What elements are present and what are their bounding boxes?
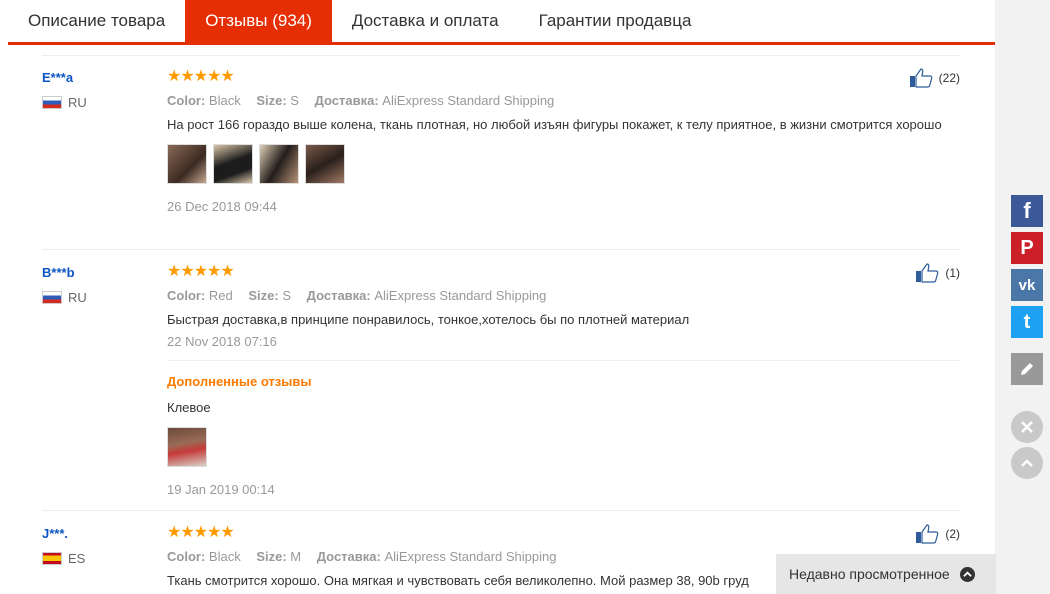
review-photo[interactable]	[259, 144, 299, 184]
color-label: Color:	[167, 549, 206, 564]
delivery-label: Доставка:	[306, 288, 371, 303]
review-date: 26 Dec 2018 09:44	[167, 199, 277, 214]
edit-button[interactable]	[1011, 353, 1043, 385]
size-value: M	[290, 549, 302, 564]
review-text: На рост 166 гораздо выше колена, ткань п…	[167, 117, 942, 132]
review-item: E***a RU ★★★★★ Color: Black Size: S Дост…	[42, 45, 960, 250]
tab-bar: Описание товара Отзывы (934) Доставка и …	[8, 0, 995, 45]
review-photo[interactable]	[167, 144, 207, 184]
delivery-value: AliExpress Standard Shipping	[384, 549, 557, 564]
delivery-label: Доставка:	[314, 93, 379, 108]
chevron-up-icon	[959, 566, 975, 582]
color-value: Red	[208, 288, 233, 303]
country-code: ES	[68, 551, 86, 566]
facebook-icon: f	[1023, 198, 1031, 223]
thumbs-up-icon	[909, 68, 932, 88]
color-value: Black	[208, 93, 241, 108]
color-value: Black	[208, 549, 241, 564]
twitter-icon: t	[1023, 310, 1031, 333]
reviewer-country: ES	[42, 551, 85, 566]
color-label: Color:	[167, 288, 206, 303]
review-photo[interactable]	[305, 144, 345, 184]
size-label: Size:	[248, 288, 279, 303]
review-meta: Color: Red Size: S Доставка: AliExpress …	[167, 288, 960, 303]
vk-share-button[interactable]: vk	[1011, 269, 1043, 301]
additional-review-title: Дополненные отзывы	[167, 374, 312, 389]
reviewer-name[interactable]: E***a	[42, 70, 73, 85]
delivery-value: AliExpress Standard Shipping	[374, 288, 547, 303]
review-photo[interactable]	[213, 144, 253, 184]
review-item: B***b RU ★★★★★ Color: Red Size: S Достав…	[42, 250, 960, 511]
vk-icon: vk	[1018, 276, 1036, 294]
like-button[interactable]: (1)	[915, 263, 960, 283]
delivery-value: AliExpress Standard Shipping	[382, 93, 555, 108]
tab-guarantees[interactable]: Гарантии продавца	[519, 0, 712, 42]
review-date: 19 Jan 2019 00:14	[167, 482, 275, 497]
reviewer-name[interactable]: J***.	[42, 526, 68, 541]
review-meta: Color: Black Size: S Доставка: AliExpres…	[167, 93, 960, 108]
star-rating: ★★★★★	[167, 524, 235, 541]
like-button[interactable]: (2)	[915, 524, 960, 544]
close-icon	[1021, 421, 1033, 433]
pinterest-icon: P	[1020, 236, 1034, 259]
color-label: Color:	[167, 93, 206, 108]
size-value: S	[282, 288, 292, 303]
additional-review: Дополненные отзывы Клевое 19 Jan 2019 00…	[167, 374, 960, 497]
reviewer-name[interactable]: B***b	[42, 265, 75, 280]
delivery-label: Доставка:	[316, 549, 381, 564]
divider	[167, 360, 960, 361]
pencil-icon	[1021, 363, 1033, 375]
reviews-panel: E***a RU ★★★★★ Color: Black Size: S Дост…	[8, 45, 995, 594]
size-label: Size:	[256, 93, 287, 108]
like-count: (2)	[945, 527, 960, 541]
recently-viewed-label: Недавно просмотренное	[789, 566, 950, 582]
scroll-top-button[interactable]	[1011, 447, 1043, 479]
recently-viewed-bar[interactable]: Недавно просмотренное	[776, 554, 996, 594]
flag-ru-icon	[42, 291, 62, 304]
twitter-share-button[interactable]: t	[1011, 306, 1043, 338]
reviewer-country: RU	[42, 290, 87, 305]
facebook-share-button[interactable]: f	[1011, 195, 1043, 227]
reviewer-country: RU	[42, 95, 87, 110]
review-photos	[167, 427, 960, 467]
additional-review-text: Клевое	[167, 400, 211, 415]
chevron-up-icon	[1021, 459, 1033, 467]
flag-es-icon	[42, 552, 62, 565]
star-rating: ★★★★★	[167, 68, 235, 85]
like-count: (22)	[938, 71, 960, 85]
thumbs-up-icon	[916, 524, 939, 544]
review-body: ★★★★★ Color: Red Size: S Доставка: AliEx…	[167, 263, 960, 350]
like-count: (1)	[945, 266, 960, 280]
close-button[interactable]	[1011, 411, 1043, 443]
tab-reviews[interactable]: Отзывы (934)	[185, 0, 332, 42]
like-button[interactable]: (22)	[909, 68, 960, 88]
review-photos	[167, 144, 960, 184]
country-code: RU	[68, 95, 87, 110]
review-photo[interactable]	[167, 427, 207, 467]
size-label: Size:	[256, 549, 287, 564]
size-value: S	[290, 93, 299, 108]
country-code: RU	[68, 290, 87, 305]
flag-ru-icon	[42, 96, 62, 109]
review-text: Быстрая доставка,в принципе понравилось,…	[167, 312, 690, 327]
thumbs-up-icon	[916, 263, 939, 283]
review-body: ★★★★★ Color: Black Size: S Доставка: Ali…	[167, 69, 960, 214]
review-date: 22 Nov 2018 07:16	[167, 334, 277, 349]
pinterest-share-button[interactable]: P	[1011, 232, 1043, 264]
tab-description[interactable]: Описание товара	[8, 0, 185, 42]
tab-delivery[interactable]: Доставка и оплата	[332, 0, 519, 42]
star-rating: ★★★★★	[167, 263, 235, 280]
